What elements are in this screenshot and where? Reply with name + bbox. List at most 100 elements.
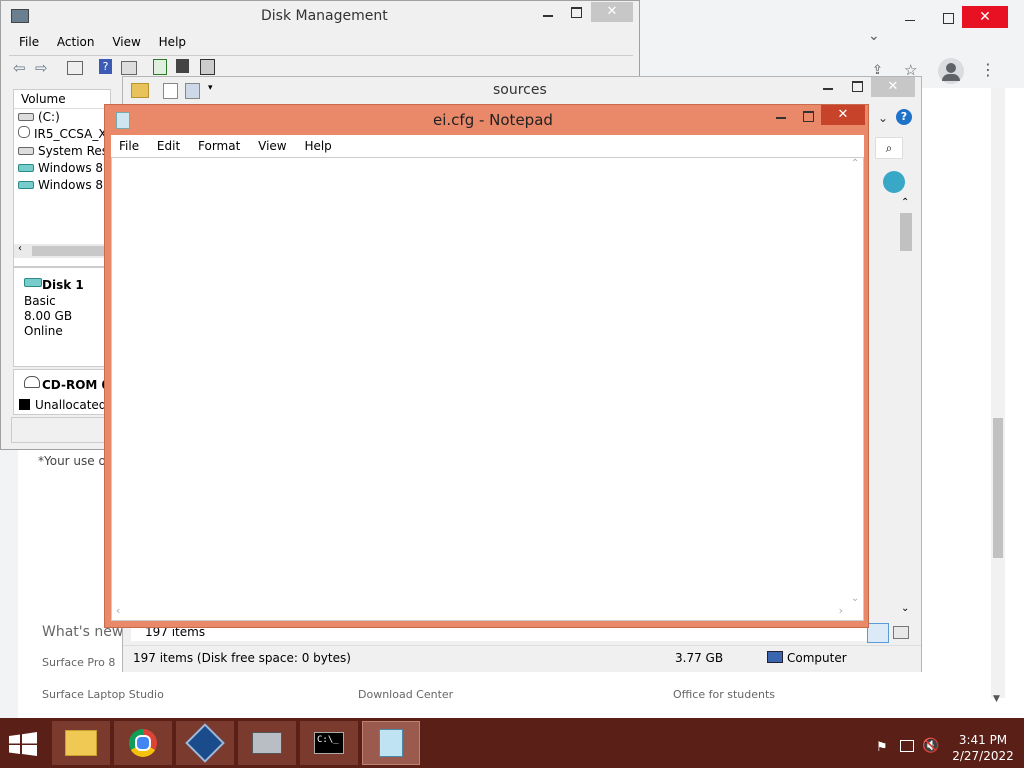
properties-icon[interactable] — [67, 61, 83, 75]
close-button[interactable]: ✕ — [871, 77, 915, 97]
taskbar-file-explorer[interactable] — [52, 721, 110, 765]
text-editor[interactable]: ⌃ ⌄ ‹ › — [111, 157, 864, 621]
scroll-down-icon[interactable]: ⌄ — [901, 603, 909, 614]
back-icon[interactable]: ⇦ — [13, 59, 26, 77]
customize-quick-access-icon[interactable]: ▾ — [208, 83, 213, 93]
taskbar-virtualbox[interactable] — [176, 721, 234, 765]
view-icon[interactable] — [121, 61, 137, 75]
status-size: 3.77 GB — [675, 651, 724, 665]
volume-list: Volume (C:) IR5_CCSA_X6 System Reser Win… — [13, 89, 111, 267]
forward-icon[interactable]: ⇨ — [35, 59, 48, 77]
footer-link[interactable]: Download Center — [358, 688, 453, 701]
disk1-size: 8.00 GB — [24, 309, 73, 323]
scroll-up-icon[interactable]: ⌃ — [901, 197, 909, 208]
scrollbar[interactable] — [991, 88, 1005, 698]
taskbar-notepad[interactable] — [362, 721, 420, 765]
notepad-icon — [116, 112, 130, 129]
help-icon[interactable]: ? — [99, 59, 112, 74]
volume-item[interactable]: System Reser — [18, 143, 110, 160]
search-icon[interactable]: ⌕ — [875, 137, 903, 159]
disk1-panel[interactable]: Disk 1 Basic 8.00 GB Online — [13, 267, 111, 367]
menu-help[interactable]: Help — [159, 35, 186, 49]
disk1-status: Online — [24, 324, 63, 338]
clock-time: 3:41 PM — [958, 733, 1008, 747]
scroll-left-icon[interactable]: ‹ — [116, 604, 120, 617]
status-bar — [11, 417, 107, 443]
menu-format[interactable]: Format — [198, 139, 240, 153]
footer-link[interactable]: Surface Pro 8 — [42, 656, 115, 669]
volume-muted-icon[interactable]: 🔇 — [922, 738, 939, 754]
menu-help[interactable]: Help — [304, 139, 331, 153]
menu-action[interactable]: Action — [57, 35, 95, 49]
volume-item[interactable]: (C:) — [18, 109, 110, 126]
refresh-icon[interactable] — [153, 59, 167, 75]
volume-item[interactable]: IR5_CCSA_X6 — [18, 126, 110, 143]
unallocated-legend-swatch — [19, 399, 30, 410]
large-icons-view-icon[interactable] — [893, 626, 909, 639]
expand-ribbon-icon[interactable]: ⌄ — [878, 111, 888, 125]
vertical-scrollbar[interactable]: ⌃ ⌄ — [897, 197, 915, 615]
taskbar-command-prompt[interactable]: C:\_ — [300, 721, 358, 765]
new-folder-icon[interactable] — [185, 83, 200, 99]
column-header-volume[interactable]: Volume — [14, 90, 110, 109]
close-button[interactable]: ✕ — [962, 6, 1008, 28]
menu-icon[interactable]: ⋮ — [980, 60, 996, 79]
scroll-up-icon[interactable]: ⌃ — [851, 158, 859, 169]
menu-file[interactable]: File — [119, 139, 139, 153]
menu-bar: File Edit Format View Help — [111, 135, 864, 157]
close-button[interactable]: ✕ — [821, 105, 865, 125]
drive-icon — [18, 164, 34, 172]
footer-link[interactable]: Office for students — [673, 688, 775, 701]
disk-management-icon — [11, 9, 29, 23]
cdrom-name: CD-ROM 0 — [42, 378, 110, 392]
command-prompt-icon: C:\_ — [314, 732, 344, 754]
maximize-button[interactable] — [943, 13, 954, 24]
menu-file[interactable]: File — [19, 35, 39, 49]
maximize-button[interactable] — [571, 7, 582, 18]
status-items: 197 items (Disk free space: 0 bytes) — [133, 651, 351, 665]
disclaimer-text: *Your use of — [38, 454, 111, 468]
shell-icon — [883, 171, 905, 193]
start-button[interactable] — [8, 732, 40, 758]
cdrom-icon — [24, 376, 40, 388]
drive-icon — [18, 181, 34, 189]
network-icon[interactable] — [900, 740, 914, 752]
minimize-button[interactable] — [823, 88, 833, 90]
scroll-down-icon[interactable]: ▼ — [993, 694, 1000, 704]
minimize-button[interactable] — [776, 117, 786, 119]
vertical-scrollbar[interactable]: ⌃ ⌄ — [847, 158, 863, 604]
computer-icon — [767, 651, 783, 663]
volume-item[interactable]: Windows 8 In — [18, 177, 110, 194]
folder-icon — [131, 83, 149, 98]
chevron-down-icon[interactable]: ⌄ — [868, 28, 880, 44]
window-title: Disk Management — [261, 8, 388, 24]
disk1-type: Basic — [24, 294, 56, 308]
menu-view[interactable]: View — [112, 35, 140, 49]
settings-icon[interactable] — [200, 59, 215, 75]
clock[interactable]: 3:41 PM 2/27/2022 — [952, 732, 1014, 764]
minimize-button[interactable] — [543, 15, 553, 17]
taskbar-disk-management[interactable] — [238, 721, 296, 765]
action-center-flag-icon[interactable]: ⚑ — [876, 740, 888, 755]
scroll-left-icon[interactable]: ‹ — [18, 243, 22, 254]
close-button[interactable]: ✕ — [591, 2, 633, 22]
maximize-button[interactable] — [852, 81, 863, 92]
scroll-right-icon[interactable]: › — [839, 604, 843, 617]
profile-avatar[interactable] — [938, 58, 964, 84]
help-icon[interactable]: ? — [896, 109, 912, 125]
horizontal-scrollbar[interactable]: ‹ › — [112, 604, 847, 620]
maximize-button[interactable] — [803, 111, 814, 122]
properties-icon[interactable] — [163, 83, 178, 99]
taskbar-chrome[interactable] — [114, 721, 172, 765]
chrome-icon — [129, 729, 157, 757]
footer-link[interactable]: Surface Laptop Studio — [42, 688, 164, 701]
horizontal-scrollbar[interactable]: ‹ — [14, 243, 108, 258]
rescan-icon[interactable] — [176, 59, 189, 73]
menu-view[interactable]: View — [258, 139, 286, 153]
details-view-icon[interactable] — [867, 623, 889, 643]
minimize-button[interactable] — [900, 8, 920, 24]
volume-item[interactable]: Windows 8 In — [18, 160, 110, 177]
scroll-down-icon[interactable]: ⌄ — [851, 593, 859, 604]
window-title: ei.cfg - Notepad — [433, 111, 553, 129]
menu-edit[interactable]: Edit — [157, 139, 180, 153]
